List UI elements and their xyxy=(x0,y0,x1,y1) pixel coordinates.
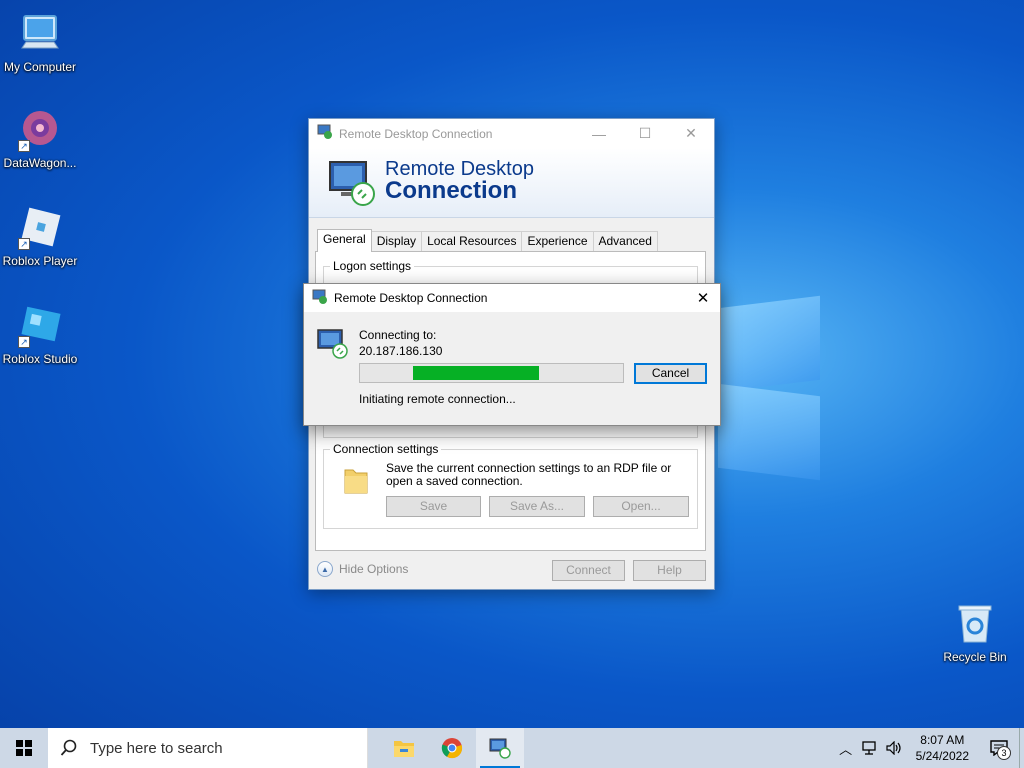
desktop-icon-recycle-bin[interactable]: Recycle Bin xyxy=(935,602,1015,664)
connecting-dialog-title: Remote Desktop Connection xyxy=(334,291,488,305)
close-icon: ✕ xyxy=(696,290,710,307)
notification-count-badge: 3 xyxy=(997,746,1011,760)
connecting-dialog: Remote Desktop Connection ✕ Connecting t… xyxy=(303,283,721,426)
action-center-button[interactable]: 3 xyxy=(979,728,1019,768)
minimize-icon: — xyxy=(592,125,606,142)
file-explorer-icon xyxy=(394,741,414,757)
show-desktop-button[interactable] xyxy=(1019,728,1024,768)
rdc-banner: Remote Desktop Connection xyxy=(309,148,714,218)
help-button[interactable]: Help xyxy=(633,560,706,581)
remote-address: 20.187.186.130 xyxy=(359,344,443,358)
save-button[interactable]: Save xyxy=(386,496,481,517)
connecting-dialog-title-bar[interactable]: Remote Desktop Connection ✕ xyxy=(304,284,720,312)
start-button[interactable] xyxy=(0,728,48,768)
banner-title-line2: Connection xyxy=(385,177,517,204)
system-tray: ︿ 8:07 AM 5/24/2022 3 xyxy=(834,728,1024,768)
computer-icon xyxy=(18,12,62,56)
close-icon: ✕ xyxy=(685,125,697,141)
progress-bar-fill xyxy=(412,366,539,380)
taskbar: Type here to search ︿ 8:07 AM 5/24/2022 … xyxy=(0,728,1024,768)
search-icon xyxy=(60,739,77,756)
tab-display[interactable]: Display xyxy=(370,231,423,251)
desktop-icon-label: My Computer xyxy=(3,60,77,74)
taskbar-clock[interactable]: 8:07 AM 5/24/2022 xyxy=(906,732,979,764)
remote-desktop-icon xyxy=(316,326,350,363)
tab-local-resources[interactable]: Local Resources xyxy=(421,231,523,251)
taskbar-chrome[interactable] xyxy=(428,728,476,768)
tab-advanced[interactable]: Advanced xyxy=(592,231,658,251)
rdc-window-title: Remote Desktop Connection xyxy=(339,126,493,141)
tab-experience[interactable]: Experience xyxy=(521,231,594,251)
remote-desktop-icon xyxy=(327,156,377,211)
connection-settings-group: Connection settings Save the current con… xyxy=(323,442,698,529)
taskbar-file-explorer[interactable] xyxy=(380,728,428,768)
rdc-tabs: General Display Local Resources Experien… xyxy=(317,229,658,252)
connection-settings-text: Save the current connection settings to … xyxy=(386,461,672,488)
folder-icon xyxy=(342,464,370,499)
dialog-close-button[interactable]: ✕ xyxy=(686,289,720,307)
save-as-button[interactable]: Save As... xyxy=(489,496,585,517)
datawagon-icon: ↗ xyxy=(18,108,62,152)
maximize-icon: ☐ xyxy=(638,125,652,141)
logon-settings-label: Logon settings xyxy=(330,259,415,273)
chrome-icon xyxy=(441,738,463,759)
minimize-button[interactable]: — xyxy=(576,119,622,148)
cancel-button[interactable]: Cancel xyxy=(634,363,707,384)
shortcut-arrow-icon: ↗ xyxy=(18,336,30,348)
chevron-up-icon[interactable]: ︿ xyxy=(834,728,858,768)
desktop-icon-label: Roblox Player xyxy=(2,254,78,268)
desktop-icon-label: DataWagon... xyxy=(3,156,77,170)
clock-time: 8:07 AM xyxy=(920,733,965,747)
rdc-title-bar[interactable]: Remote Desktop Connection — ☐ ✕ xyxy=(309,119,714,148)
connect-button[interactable]: Connect xyxy=(552,560,625,581)
taskbar-search-box[interactable]: Type here to search xyxy=(48,728,368,768)
roblox-player-icon: ↗ xyxy=(18,206,62,250)
desktop-icon-datawagon[interactable]: ↗ DataWagon... xyxy=(0,108,80,170)
shortcut-arrow-icon: ↗ xyxy=(18,140,30,152)
desktop-icon-my-computer[interactable]: My Computer xyxy=(0,12,80,74)
windows-start-icon xyxy=(16,740,32,756)
rdc-app-icon xyxy=(312,289,328,308)
connection-progress-bar xyxy=(359,363,624,383)
remote-desktop-icon xyxy=(489,738,511,759)
desktop-icon-roblox-player[interactable]: ↗ Roblox Player xyxy=(0,206,80,268)
desktop-icon-roblox-studio[interactable]: ↗ Roblox Studio xyxy=(0,304,80,366)
roblox-studio-icon: ↗ xyxy=(18,304,62,348)
windows-wallpaper-logo xyxy=(718,290,823,481)
connection-status-text: Initiating remote connection... xyxy=(359,392,516,406)
taskbar-remote-desktop[interactable] xyxy=(476,728,524,768)
recycle-bin-icon xyxy=(953,602,997,646)
rdc-app-icon xyxy=(317,124,333,143)
open-button[interactable]: Open... xyxy=(593,496,689,517)
network-icon[interactable] xyxy=(858,728,882,768)
clock-date: 5/24/2022 xyxy=(915,749,969,763)
search-placeholder: Type here to search xyxy=(90,739,223,757)
hide-options-label: Hide Options xyxy=(339,562,409,576)
connection-settings-label: Connection settings xyxy=(330,442,442,456)
connecting-to-label: Connecting to: xyxy=(359,328,437,342)
close-button[interactable]: ✕ xyxy=(668,119,714,148)
desktop-icon-label: Roblox Studio xyxy=(2,352,78,366)
maximize-button[interactable]: ☐ xyxy=(622,119,668,148)
desktop-icon-label: Recycle Bin xyxy=(943,650,1007,664)
shortcut-arrow-icon: ↗ xyxy=(18,238,30,250)
hide-options-toggle[interactable]: ▲ Hide Options xyxy=(317,561,408,577)
tab-general[interactable]: General xyxy=(317,229,372,252)
volume-icon[interactable] xyxy=(882,728,906,768)
chevron-up-icon: ▲ xyxy=(317,561,333,577)
